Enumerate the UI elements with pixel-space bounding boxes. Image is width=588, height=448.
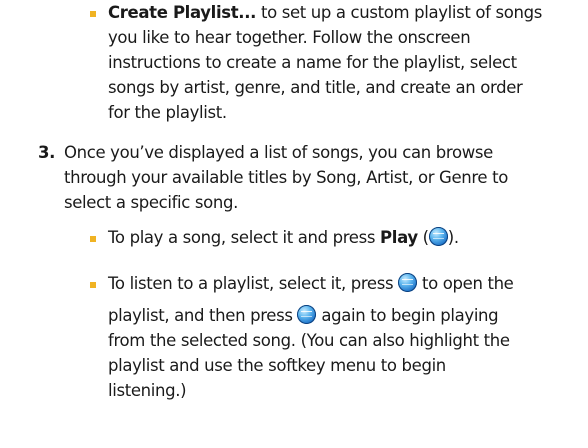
text-line: Once you’ve displayed a list of songs, y… (64, 143, 493, 162)
bullet-marker (90, 282, 96, 288)
text-line: listening.) (108, 381, 187, 400)
text-span: to set up a custom playlist of songs (256, 3, 542, 22)
text-line: To play a song, select it and press Play… (108, 225, 578, 250)
listen-playlist-item: To listen to a playlist, select it, pres… (108, 271, 583, 403)
menu-ok-key-icon (428, 227, 448, 246)
text-line: instructions to create a name for the pl… (108, 53, 517, 72)
text-span: playlist, and then press (108, 306, 298, 325)
text-line: To listen to a playlist, select it, pres… (108, 271, 583, 296)
text-line: for the playlist. (108, 103, 227, 122)
text-span: To listen to a playlist, select it, pres… (108, 274, 399, 293)
text-line: select a specific song. (64, 193, 239, 212)
step-3-text: Once you’ve displayed a list of songs, y… (64, 140, 584, 215)
bullet-marker (90, 11, 96, 17)
text-span: ). (447, 228, 459, 247)
play-term: Play (380, 228, 418, 247)
text-line: playlist, and then press again to begin … (108, 303, 583, 328)
text-line: you like to hear together. Follow the on… (108, 28, 471, 47)
menu-ok-key-icon (398, 273, 418, 292)
bullet-marker (90, 236, 96, 242)
play-song-item: To play a song, select it and press Play… (108, 225, 578, 250)
create-playlist-item: Create Playlist... to set up a custom pl… (108, 0, 578, 125)
text-span: ( (417, 228, 429, 247)
text-line: playlist and use the softkey menu to beg… (108, 356, 446, 375)
create-playlist-term: Create Playlist... (108, 3, 257, 22)
text-span: again to begin playing (316, 306, 499, 325)
text-line: songs by artist, genre, and title, and c… (108, 78, 523, 97)
text-line: from the selected song. (You can also hi… (108, 331, 510, 350)
text-line: through your available titles by Song, A… (64, 168, 508, 187)
step-number: 3. (38, 143, 56, 162)
text-span: To play a song, select it and press (108, 228, 381, 247)
menu-ok-key-icon (297, 305, 317, 324)
text-span: to open the (417, 274, 514, 293)
text-line: Create Playlist... to set up a custom pl… (108, 0, 578, 25)
